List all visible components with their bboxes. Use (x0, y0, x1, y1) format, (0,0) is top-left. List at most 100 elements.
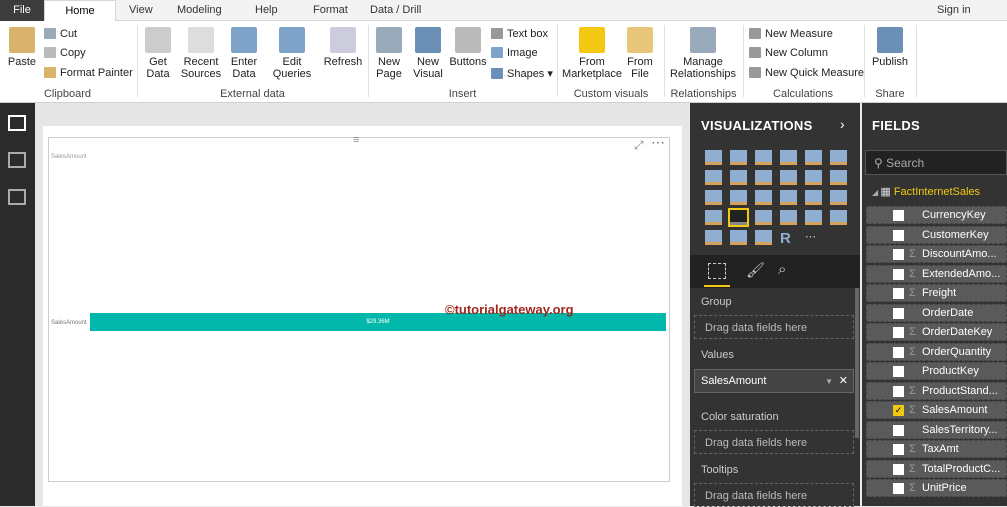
map-visual-icon[interactable] (830, 190, 847, 205)
checkbox[interactable] (893, 444, 904, 455)
refresh-button[interactable]: Refresh (322, 27, 364, 68)
tab-home[interactable]: Home (44, 0, 116, 22)
remove-field-icon[interactable]: ✕ (839, 374, 848, 387)
checkbox[interactable] (893, 307, 904, 319)
clustered-bar-visual-icon[interactable] (755, 150, 772, 165)
table-visual-icon[interactable] (730, 230, 747, 245)
buttons-button[interactable]: Buttons (448, 27, 488, 68)
field-item[interactable]: Σ ExtendedAmo... (866, 264, 1007, 283)
treemap-visual-icon[interactable] (805, 190, 822, 205)
field-item[interactable]: Σ TaxAmt (866, 440, 1007, 458)
field-item[interactable]: SalesTerritory... (866, 420, 1007, 439)
new-quick-measure-button[interactable]: New Quick Measure (749, 67, 864, 79)
clustered-column-visual-icon[interactable] (780, 150, 797, 165)
checkbox[interactable] (893, 268, 904, 280)
checkbox[interactable]: ✓ (893, 405, 904, 416)
tab-data-drill[interactable]: Data / Drill (370, 4, 421, 16)
more-visual-icon[interactable]: ⋯ (805, 230, 822, 245)
funnel-visual[interactable]: SalesAmount ⤢ ⋯ ≡ SalesAmount (48, 134, 670, 482)
kpi-visual-icon[interactable] (830, 210, 847, 225)
gauge-visual-icon[interactable] (755, 210, 772, 225)
tooltips-well[interactable]: Drag data fields here (694, 483, 854, 507)
funnel-visual-icon[interactable] (728, 208, 749, 227)
checkbox[interactable] (893, 385, 904, 397)
card-visual-icon[interactable] (780, 210, 797, 225)
collapse-chevron-icon[interactable]: › (840, 116, 845, 132)
manage-relationships-button[interactable]: Manage Relationships (668, 27, 738, 80)
100-column-visual-icon[interactable] (830, 150, 847, 165)
search-input[interactable]: ⚲ Search (865, 150, 1007, 175)
tab-view[interactable]: View (129, 4, 153, 16)
new-page-button[interactable]: New Page (372, 27, 406, 80)
recent-sources-button[interactable]: Recent Sources (178, 27, 224, 80)
field-item[interactable]: Σ UnitPrice (866, 479, 1007, 497)
fields-tab-icon[interactable] (708, 263, 726, 279)
focus-mode-icon[interactable]: ⤢ (634, 138, 644, 153)
waterfall-visual-icon[interactable] (705, 190, 722, 205)
model-view-icon[interactable] (8, 189, 26, 205)
stacked-bar-visual-icon[interactable] (705, 150, 722, 165)
pie-visual-icon[interactable] (755, 190, 772, 205)
scrollbar[interactable] (855, 288, 859, 438)
checkbox[interactable] (893, 366, 904, 377)
sign-in[interactable]: Sign in (937, 4, 971, 16)
shapes-button[interactable]: Shapes ▾ (491, 67, 553, 80)
analytics-icon[interactable]: ⌕ (778, 261, 786, 278)
from-marketplace-button[interactable]: From Marketplace (562, 27, 622, 80)
scatter-visual-icon[interactable] (730, 190, 747, 205)
checkbox[interactable] (893, 327, 904, 338)
funnel-bar-salesamount[interactable]: $29.36M (90, 313, 666, 331)
line-column-visual-icon[interactable] (780, 170, 797, 185)
image-button[interactable]: Image (491, 47, 538, 59)
100-bar-visual-icon[interactable] (805, 150, 822, 165)
tab-format[interactable]: Format (313, 4, 348, 16)
field-item[interactable]: Σ TotalProductC... (866, 459, 1007, 478)
dropdown-icon[interactable]: ▼ (825, 377, 833, 386)
field-item[interactable]: ✓ Σ SalesAmount (866, 401, 1007, 419)
checkbox[interactable] (893, 424, 904, 436)
new-measure-button[interactable]: New Measure (749, 28, 833, 40)
report-view-icon[interactable] (8, 115, 26, 131)
donut-visual-icon[interactable] (780, 190, 797, 205)
tab-help[interactable]: Help (255, 4, 278, 16)
publish-button[interactable]: Publish (870, 27, 910, 68)
copy-button[interactable]: Copy (44, 47, 86, 59)
cut-button[interactable]: Cut (44, 28, 77, 40)
checkbox[interactable] (893, 229, 904, 241)
drag-handle-icon[interactable]: ≡ (353, 134, 359, 146)
text-box-button[interactable]: Text box (491, 28, 548, 40)
filled-map-visual-icon[interactable] (705, 210, 722, 225)
new-visual-button[interactable]: New Visual (410, 27, 446, 80)
table-node[interactable]: ◢ ▦ FactInternetSales (872, 185, 980, 198)
checkbox[interactable] (893, 346, 904, 358)
file-menu[interactable]: File (0, 0, 44, 21)
field-item[interactable]: CurrencyKey (866, 206, 1007, 224)
checkbox[interactable] (893, 249, 904, 260)
get-data-button[interactable]: Get Data (141, 27, 175, 80)
from-file-button[interactable]: From File (624, 27, 656, 80)
field-item[interactable]: Σ OrderQuantity (866, 342, 1007, 361)
checkbox[interactable] (893, 463, 904, 475)
line-clustered-visual-icon[interactable] (805, 170, 822, 185)
data-view-icon[interactable] (8, 152, 26, 168)
edit-queries-button[interactable]: Edit Queries (268, 27, 316, 80)
paste-button[interactable]: Paste (6, 27, 38, 68)
field-item[interactable]: Σ Freight (866, 284, 1007, 302)
color-saturation-well[interactable]: Drag data fields here (694, 430, 854, 454)
field-item[interactable]: Σ DiscountAmo... (866, 245, 1007, 263)
checkbox[interactable] (893, 483, 904, 494)
stacked-column-visual-icon[interactable] (730, 150, 747, 165)
matrix-visual-icon[interactable] (755, 230, 772, 245)
checkbox[interactable] (893, 210, 904, 221)
more-options-icon[interactable]: ⋯ (651, 134, 665, 151)
field-item[interactable]: CustomerKey (866, 225, 1007, 244)
slicer-visual-icon[interactable] (705, 230, 722, 245)
multirow-card-visual-icon[interactable] (805, 210, 822, 225)
field-item[interactable]: ProductKey (866, 362, 1007, 380)
field-item[interactable]: OrderDate (866, 303, 1007, 322)
stacked-area-visual-icon[interactable] (755, 170, 772, 185)
values-well[interactable]: SalesAmount ▼ ✕ (694, 369, 854, 393)
tab-modeling[interactable]: Modeling (177, 4, 222, 16)
enter-data-button[interactable]: Enter Data (228, 27, 260, 80)
new-column-button[interactable]: New Column (749, 47, 828, 59)
